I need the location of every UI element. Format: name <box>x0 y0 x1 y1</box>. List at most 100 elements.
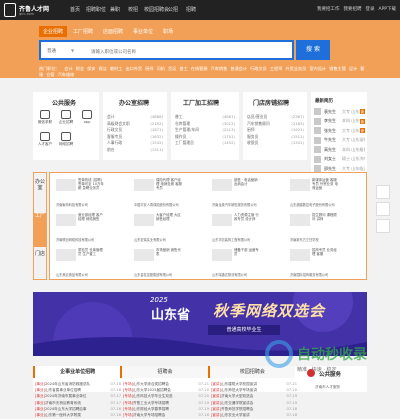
tab-job-fairs[interactable]: 招聘会 <box>120 366 208 378</box>
nav-home[interactable]: 首页 <box>68 6 82 13</box>
tab-institution[interactable]: 事业单位 <box>129 26 157 37</box>
site-logo[interactable]: 齐鲁人才网 qlrc.com <box>4 2 64 18</box>
avatar <box>314 146 321 154</box>
nav-recruit[interactable]: 招聘 <box>184 6 198 13</box>
hot-keyword-link[interactable]: 销售主管 <box>329 66 346 71</box>
app-icon <box>82 110 92 119</box>
job-category-link[interactable]: 收银员 (1341) <box>247 140 304 147</box>
news-tag: [事业] <box>35 400 45 405</box>
side-tab-factory[interactable]: 工厂 <box>34 213 46 247</box>
nav-campus[interactable]: 校招 <box>126 6 140 13</box>
company-card[interactable]: 人力资源主管 行政专员 设计师 山东华凯装饰工程有限公司 <box>210 210 262 244</box>
company-card[interactable]: 质检员 仓库管理员 生产普工 山东美嘉食品有限公司 <box>54 245 106 279</box>
hot-keyword-link[interactable]: 厨师 <box>145 66 153 71</box>
banner-title-left: 山东省 <box>151 308 191 323</box>
resume-summary: 本科 山东烟台 外贸 <box>342 146 365 152</box>
job-category-link[interactable]: 前台 (1311) <box>107 147 163 154</box>
company-card[interactable]: 保险代理 客户经理 电销坐席 客服专员 中国平安人寿保险股份有限公司 <box>132 175 184 209</box>
company-card[interactable]: 大客户经理 大区销售经理 山东宏瑞实业有限公司 <box>132 210 184 244</box>
job-name: 前台 <box>107 146 115 152</box>
hot-keyword-link[interactable]: 普通会计 <box>230 66 247 71</box>
company-logo <box>212 179 232 191</box>
side-tab-store[interactable]: 门店 <box>34 251 46 257</box>
company-card[interactable]: 招生顾问 课程顾问 讲师 济南新东方烹饪学校 <box>288 210 340 244</box>
service-item[interactable]: app <box>77 110 97 124</box>
tab-institution-jobs[interactable]: 企事业单位招聘 <box>33 366 121 378</box>
floating-toolbar <box>376 185 392 235</box>
search-input[interactable] <box>91 47 271 55</box>
search-button[interactable]: 搜 索 <box>296 40 330 60</box>
banner-title-right: 秋季网络双选会 <box>213 302 326 320</box>
service-item[interactable]: 网络招聘 <box>56 132 76 147</box>
service-item[interactable]: 企业招聘 <box>56 110 76 125</box>
resume-item[interactable]: 刘女士 硕士 山东济南 <box>314 155 365 165</box>
hot-keyword-link[interactable]: 司机 <box>157 66 165 71</box>
resume-item[interactable]: 袁先生大专 山东济南 招标采购新 <box>314 107 365 117</box>
nav-campus-fair[interactable]: 校园招聘会 <box>144 6 169 13</box>
tab-store[interactable]: 店面招聘 <box>99 26 127 37</box>
qrcode-icon[interactable] <box>376 202 390 216</box>
side-tab-office[interactable]: 办公室 <box>34 179 46 191</box>
nav-jobs[interactable]: 招聘职位 <box>86 6 106 13</box>
resume-item[interactable]: 张先生大专 山东潍坊 电气新 <box>314 126 365 136</box>
job-category-link[interactable]: 工厂管理员 (1452) <box>175 140 235 147</box>
services-panel: 公共服务 微信求职 企业招聘 app 人才客户 网络招聘 <box>33 92 99 160</box>
service-item[interactable]: 人才客户 <box>35 132 55 147</box>
tab-workplace[interactable]: 职场 <box>159 26 177 37</box>
company-card[interactable]: 新媒体运营 客服专员 外贸业务 电商运营 山东超越数控电子股份有限公司 <box>288 175 340 209</box>
service-item[interactable]: 微信求职 <box>35 110 55 125</box>
login-link[interactable]: 登录 <box>365 6 374 12</box>
news-item[interactable]: [专场]济南大学专场招聘会 07-18 <box>123 413 209 419</box>
hot-keyword-link[interactable]: 室内设计 <box>309 66 326 71</box>
hot-keyword-link[interactable]: 汽车维修 <box>58 72 75 77</box>
company-card[interactable]: 市场营销 销售代表 山东金柱控股集团有限公司 <box>132 245 184 279</box>
company-logo <box>56 179 76 191</box>
hot-keyword-link[interactable]: 仓管 <box>46 72 54 77</box>
tab-enterprise[interactable]: 企业招聘 <box>39 26 68 37</box>
service-icon[interactable] <box>376 185 390 199</box>
hot-keyword-link[interactable]: 财会 <box>76 66 84 71</box>
news-tag: [专场] <box>123 394 133 399</box>
hot-keyword-link[interactable]: 外贸业务员 <box>285 66 306 71</box>
hot-keyword-link[interactable]: 在线客服 <box>191 66 208 71</box>
resume-item[interactable]: 高先生本科 山东烟台 外贸 <box>314 145 365 155</box>
hot-keyword-link[interactable]: 汽车销售 <box>211 66 228 71</box>
employer-link[interactable]: 我要招聘 <box>343 6 361 12</box>
nav-parttime[interactable]: 兼职 <box>108 6 122 13</box>
search-type-select[interactable]: 普通 <box>47 48 56 54</box>
news-item[interactable]: [事业]山东第一医科大学附属 07-16 <box>35 413 121 419</box>
hot-keyword-link[interactable]: 设计 <box>349 66 357 71</box>
hot-keyword-link[interactable]: 出口外贸 <box>125 66 142 71</box>
resume-name: 邵先生 <box>324 165 336 171</box>
hot-keyword-link[interactable]: 会计 <box>64 66 72 71</box>
news-tag: [事业] <box>35 382 45 386</box>
back-to-top-icon[interactable] <box>376 219 390 233</box>
job-seeker-link[interactable]: 我要招工作 <box>317 6 340 12</box>
company-card[interactable]: 销售 · 电话营销 · 出纳会计 济南龙奥汽车销售服务有限公司 <box>210 175 262 209</box>
company-card[interactable]: 签单热线 (招聘) 签单可至 10万年薪 急聘业务员 济南聚商科技有限公司 <box>54 175 106 209</box>
company-card[interactable]: 招商专员 业务经理 客服 济南国际招商服务有限公司 <box>288 245 340 279</box>
office-jobs-panel: 办公室招聘 会计 (4868) 高级财会文职 (2152) 行政文员 (1871) 客服专员… <box>103 92 167 160</box>
company-name: 山东瑞通达物流有限公司 <box>212 273 248 277</box>
company-jobs: 大客户经理 大区销售经理 <box>156 213 181 222</box>
hot-keyword-link[interactable]: 工程师 <box>270 66 283 71</box>
app-download-link[interactable]: APP下载 <box>378 6 396 12</box>
avatar <box>314 155 321 163</box>
hot-keyword-link[interactable]: 普工 <box>179 66 187 71</box>
tab-factory[interactable]: 工厂招聘 <box>69 26 97 37</box>
hot-keyword-link[interactable]: 临时工 <box>110 66 123 71</box>
nav-public[interactable]: 公招 <box>166 6 180 13</box>
banner-year: 2025 <box>150 296 168 304</box>
news-item[interactable]: [宣讲]山东农业大学宣讲 07-18 <box>211 413 297 419</box>
resume-item[interactable]: 李先生本科 山东青岛 销售新 <box>314 117 365 127</box>
resume-item[interactable]: 牛先生 大专 山东淄博 <box>314 136 365 146</box>
company-jobs: 储备干部 运营专员 <box>234 248 259 257</box>
hot-keyword-link[interactable]: 保洁 <box>98 66 106 71</box>
company-card[interactable]: 储备干部 运营专员山东瑞通达物流有限公司 <box>210 245 262 279</box>
company-card[interactable]: 营业部经理 客户经理 网络销售 济南联创网络科技有限公司 <box>54 210 106 244</box>
company-jobs: 保险代理 客户经理 电销坐席 客服专员 <box>156 178 182 191</box>
hot-keyword-link[interactable]: 行政文员 <box>250 66 267 71</box>
hot-keyword-link[interactable]: 保安 <box>87 66 95 71</box>
public-service-link[interactable]: 济南市人才服务 <box>315 385 340 390</box>
hot-keyword-link[interactable]: 货运 <box>168 66 176 71</box>
